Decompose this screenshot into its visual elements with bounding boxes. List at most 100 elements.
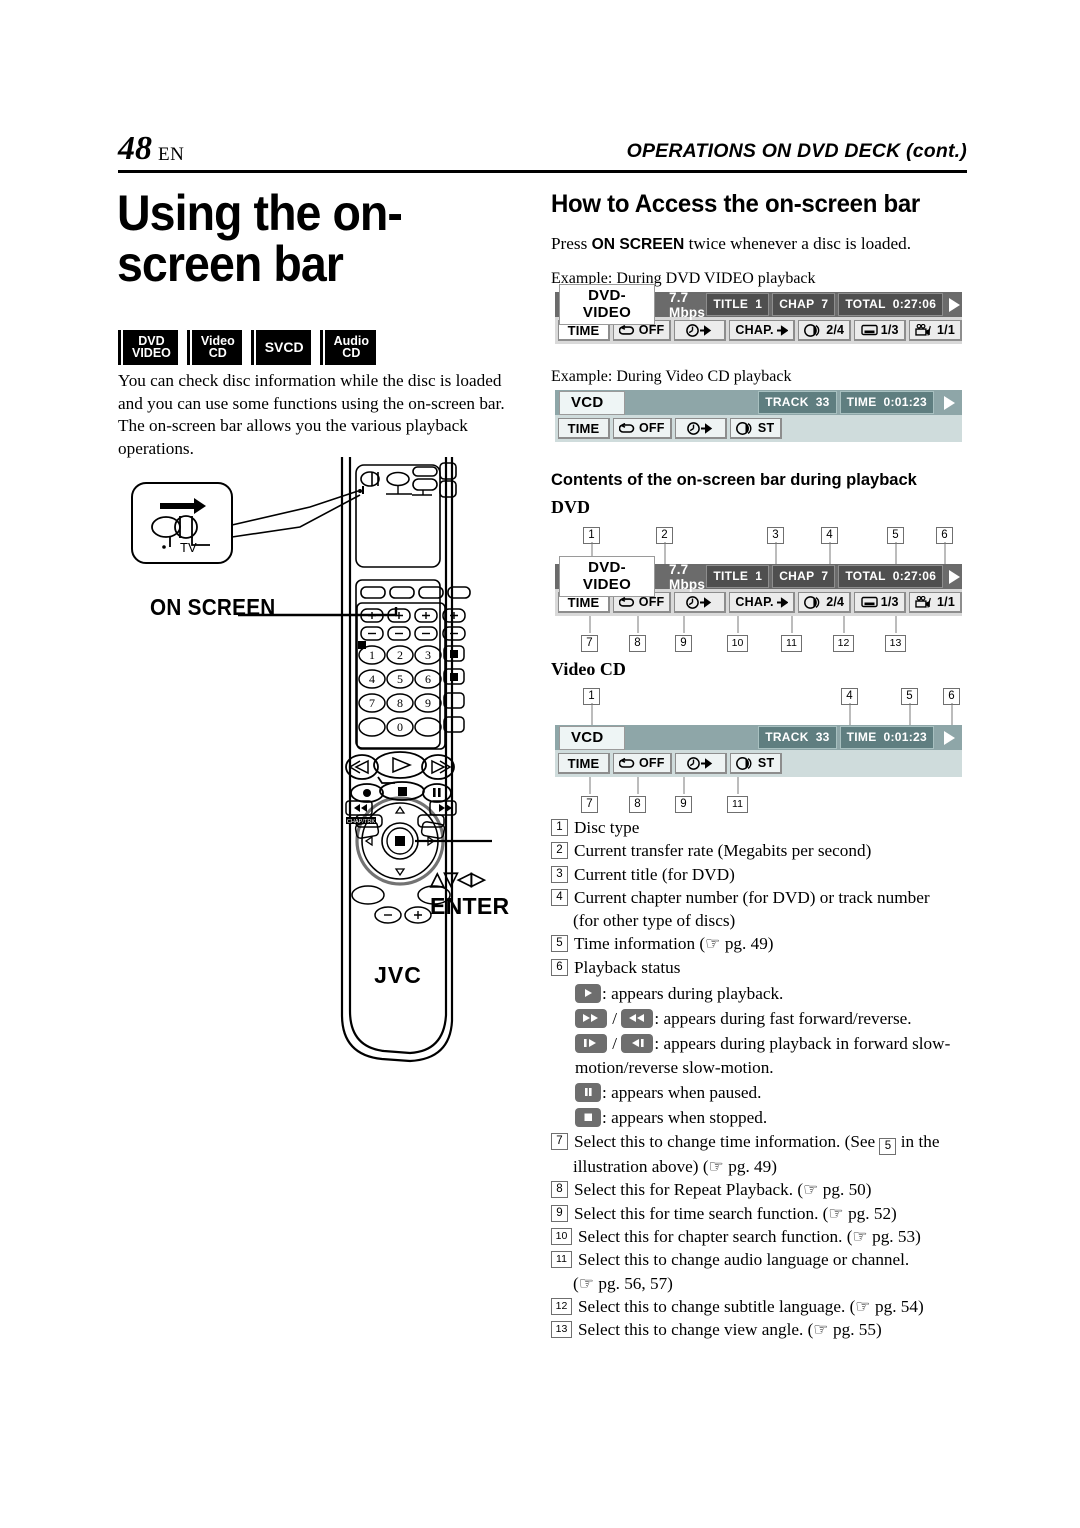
arrow-right-icon bbox=[776, 596, 789, 608]
legend-num-11: 11 bbox=[551, 1251, 572, 1269]
repeat-icon bbox=[619, 596, 635, 607]
legend-text-13: Select this to change view angle. (☞ pg.… bbox=[578, 1320, 882, 1340]
callout-12: 12 bbox=[833, 635, 854, 652]
time-button[interactable]: TIME bbox=[558, 418, 610, 439]
legend-num-7: 7 bbox=[551, 1133, 568, 1151]
subtitle-button-label: 1/3 bbox=[880, 595, 899, 609]
callout-7: 7 bbox=[581, 635, 598, 652]
playback-status-lines: : appears during playback. / : appears d… bbox=[551, 981, 976, 1130]
svg-text:5: 5 bbox=[397, 672, 403, 686]
legend-item-11: 11 Select this to change audio language … bbox=[551, 1248, 976, 1271]
repeat-icon bbox=[619, 422, 635, 433]
audio-circles-icon bbox=[804, 595, 820, 609]
on-screen-key-name: ON SCREEN bbox=[591, 236, 685, 253]
page-title: Using the on-screen bar bbox=[117, 185, 403, 292]
subtitle-button[interactable]: 1/3 bbox=[854, 320, 907, 341]
legend-text-7: Select this to change time information. … bbox=[574, 1130, 939, 1156]
svg-text:7: 7 bbox=[369, 696, 375, 710]
legend-text-5: Time information (☞ pg. 49) bbox=[574, 934, 774, 954]
svg-text:CHAP/TRK: CHAP/TRK bbox=[347, 819, 376, 825]
osd-button-row: TIME OFF ST bbox=[555, 750, 962, 777]
badge-line-1: SVCD bbox=[264, 338, 304, 355]
audio-button-label: ST bbox=[757, 756, 775, 770]
chapter-chip: CHAP 7 bbox=[772, 293, 836, 316]
chapter-button-label: CHAP. bbox=[735, 595, 774, 609]
track-chip: TRACK 33 bbox=[758, 391, 837, 414]
time-search-button[interactable] bbox=[674, 753, 727, 774]
status-text-slow-cont: motion/reverse slow-motion. bbox=[575, 1058, 774, 1078]
legend-list: 1 Disc type 2 Current transfer rate (Meg… bbox=[551, 816, 976, 1341]
repeat-button[interactable]: OFF bbox=[613, 753, 672, 774]
audio-circles-icon bbox=[804, 323, 820, 337]
chapter-chip-value: 7 bbox=[821, 569, 829, 583]
title-chip: TITLE 1 bbox=[706, 565, 770, 588]
remote-svg: 123 456 789 0 CHAP/TRK JVC TV bbox=[131, 457, 492, 1063]
on-screen-callout-label: ON SCREEN bbox=[150, 594, 276, 620]
chapter-search-button[interactable]: CHAP. bbox=[729, 592, 796, 613]
title-chip-label: TITLE bbox=[713, 297, 749, 311]
time-button[interactable]: TIME bbox=[558, 753, 610, 774]
total-chip-label: TOTAL bbox=[845, 297, 886, 311]
intro-line: Press ON SCREEN twice whenever a disc is… bbox=[551, 233, 971, 256]
osd-button-row: TIME OFF ST bbox=[555, 415, 962, 442]
chapter-chip-label: CHAP bbox=[779, 297, 815, 311]
repeat-button-label: OFF bbox=[638, 595, 665, 609]
angle-button[interactable]: 1/1 bbox=[909, 320, 963, 341]
repeat-button[interactable]: OFF bbox=[613, 418, 672, 439]
badge-line-2: VIDEO bbox=[132, 346, 171, 360]
legend-item-8: 8 Select this for Repeat Playback. (☞ pg… bbox=[551, 1178, 976, 1201]
callout-9: 9 bbox=[675, 635, 692, 652]
status-text-pause: : appears when paused. bbox=[602, 1083, 762, 1103]
title-chip-value: 1 bbox=[755, 569, 763, 583]
disc-type-chip: VCD bbox=[559, 725, 625, 750]
legend-text-1: Disc type bbox=[574, 818, 640, 837]
legend-num-2: 2 bbox=[551, 842, 568, 860]
time-search-button[interactable] bbox=[674, 418, 727, 439]
legend-text-10: Select this for chapter search function.… bbox=[578, 1226, 921, 1246]
chapter-search-button[interactable]: CHAP. bbox=[729, 320, 796, 341]
clock-arrow-icon bbox=[686, 421, 712, 435]
page-number-block: 48 EN bbox=[118, 132, 184, 166]
slow-forward-icon bbox=[575, 1033, 607, 1053]
callout-8: 8 bbox=[629, 796, 646, 813]
osd-bar-dvd-example: DVD-VIDEO 7.7 Mbps TITLE 1 CHAP 7 TOTAL … bbox=[555, 284, 963, 344]
intro-after: twice whenever a disc is loaded. bbox=[684, 234, 912, 253]
status-text-fast: : appears during fast forward/reverse. bbox=[654, 1009, 912, 1029]
title-chip-label: TITLE bbox=[713, 569, 749, 583]
svg-text:2: 2 bbox=[397, 648, 403, 662]
legend-num-9: 9 bbox=[551, 1204, 568, 1222]
time-button-label: TIME bbox=[567, 755, 600, 771]
disc-type-badges: DVD VIDEO Video CD SVCD Audio CD bbox=[118, 330, 377, 365]
time-search-button[interactable] bbox=[674, 320, 727, 341]
callout-9: 9 bbox=[675, 796, 692, 813]
status-line-play: : appears during playback. bbox=[575, 981, 976, 1006]
audio-button[interactable]: ST bbox=[729, 753, 782, 774]
videocd-subheading: Video CD bbox=[551, 659, 626, 679]
time-chip: TIME 0:01:23 bbox=[839, 391, 934, 414]
time-search-button[interactable] bbox=[674, 592, 727, 613]
badge-dvd-video: DVD VIDEO bbox=[118, 330, 178, 365]
angle-button[interactable]: 1/1 bbox=[909, 592, 963, 613]
direction-arrows-icon: △▽◁▷ bbox=[430, 869, 485, 890]
badge-line-2: CD bbox=[342, 346, 361, 360]
subtitle-button[interactable]: 1/3 bbox=[854, 592, 907, 613]
track-chip-value: 33 bbox=[815, 395, 830, 409]
legend-text-6: Playback status bbox=[574, 957, 681, 977]
arrow-right-icon bbox=[776, 324, 789, 336]
disc-type-chip: DVD-VIDEO bbox=[559, 556, 655, 597]
svg-text:JVC: JVC bbox=[374, 962, 422, 988]
repeat-button-label: OFF bbox=[639, 756, 665, 770]
audio-button[interactable]: 2/4 bbox=[798, 320, 852, 341]
angle-button-label: 1/1 bbox=[937, 323, 956, 337]
badge-svcd: SVCD bbox=[250, 330, 311, 365]
legend-item-4: 4 Current chapter number (for DVD) or tr… bbox=[551, 886, 976, 909]
osd-info-row: DVD-VIDEO 7.7 Mbps TITLE 1 CHAP 7 TOTAL … bbox=[555, 556, 962, 597]
legend-inline-num-5: 5 bbox=[879, 1138, 897, 1156]
status-line-fast: / : appears during fast forward/reverse. bbox=[575, 1006, 976, 1031]
audio-button[interactable]: 2/4 bbox=[798, 592, 852, 613]
legend-text-8: Select this for Repeat Playback. (☞ pg. … bbox=[574, 1180, 872, 1200]
legend-item-5: 5 Time information (☞ pg. 49) bbox=[551, 932, 976, 955]
chapter-chip: CHAP 7 bbox=[772, 565, 836, 588]
svg-text:0: 0 bbox=[397, 720, 403, 734]
audio-button[interactable]: ST bbox=[729, 418, 782, 439]
